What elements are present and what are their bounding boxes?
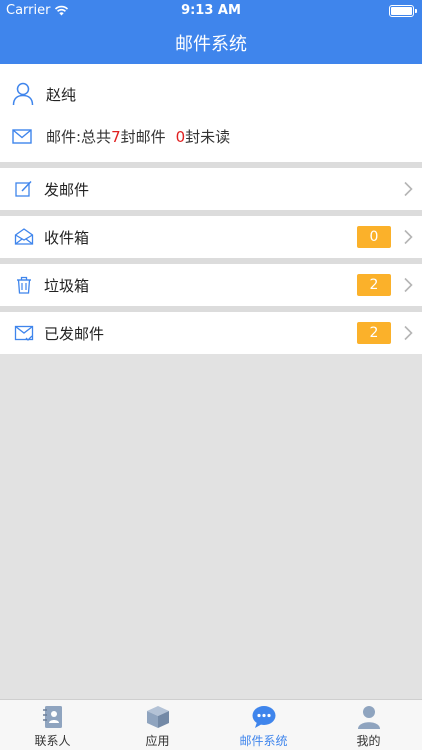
app-header: Carrier 9:13 AM 邮件系统 <box>0 0 422 64</box>
tab-label-contacts: 联系人 <box>34 734 71 748</box>
battery-icon <box>389 5 417 17</box>
trash-icon <box>17 276 31 294</box>
contacts-icon <box>43 706 62 728</box>
inbox-count-badge: 0 <box>357 226 391 248</box>
apps-box-icon <box>147 706 169 728</box>
menu-item-sent[interactable]: 已发邮件 2 <box>0 312 422 354</box>
user-card: 赵纯 邮件:总共7封邮件 0封未读 <box>0 64 422 162</box>
menu-item-compose[interactable]: 发邮件 <box>0 168 422 210</box>
trash-count-badge: 2 <box>357 274 391 296</box>
menu-label-trash: 垃圾箱 <box>44 277 90 295</box>
menu-item-inbox[interactable]: 收件箱 0 <box>0 216 422 258</box>
chevron-right-icon <box>404 181 413 197</box>
tab-bar: 联系人 应用 邮件系统 我的 <box>0 699 422 750</box>
page-title: 邮件系统 <box>175 34 247 55</box>
tab-contacts[interactable]: 联系人 <box>0 700 105 750</box>
unread-count: 0 <box>175 128 186 146</box>
tab-profile[interactable]: 我的 <box>316 700 421 750</box>
status-time: 9:13 AM <box>181 3 241 18</box>
tab-label-profile: 我的 <box>356 734 381 748</box>
menu-label-sent: 已发邮件 <box>44 325 105 343</box>
mail-summary: 邮件:总共7封邮件 0封未读 <box>12 126 230 147</box>
tab-mail-system[interactable]: 邮件系统 <box>211 700 316 750</box>
chevron-right-icon <box>404 325 413 341</box>
chat-bubble-icon <box>252 706 276 728</box>
menu-label-compose: 发邮件 <box>44 181 90 199</box>
tab-label-apps: 应用 <box>145 734 170 748</box>
menu-item-trash[interactable]: 垃圾箱 2 <box>0 264 422 306</box>
menu-label-inbox: 收件箱 <box>44 229 90 247</box>
unread-suffix: 封未读 <box>185 128 231 146</box>
mail-icon <box>12 129 32 144</box>
user-name: 赵纯 <box>46 85 77 104</box>
user-row: 赵纯 <box>12 82 76 106</box>
tab-label-mail-system: 邮件系统 <box>239 734 288 748</box>
total-suffix: 封邮件 <box>120 128 166 146</box>
chevron-right-icon <box>404 229 413 245</box>
sent-mail-icon <box>14 325 34 341</box>
profile-icon <box>358 706 380 729</box>
chevron-right-icon <box>404 277 413 293</box>
mail-summary-text: 邮件:总共7封邮件 0封未读 <box>46 126 230 147</box>
total-count: 7 <box>111 128 121 146</box>
tab-apps[interactable]: 应用 <box>105 700 210 750</box>
status-bar: Carrier 9:13 AM <box>0 0 422 22</box>
mail-prefix: 邮件:总共 <box>46 128 112 146</box>
user-icon <box>12 82 34 106</box>
sent-count-badge: 2 <box>357 322 391 344</box>
compose-icon <box>15 180 32 197</box>
inbox-icon <box>14 228 34 245</box>
